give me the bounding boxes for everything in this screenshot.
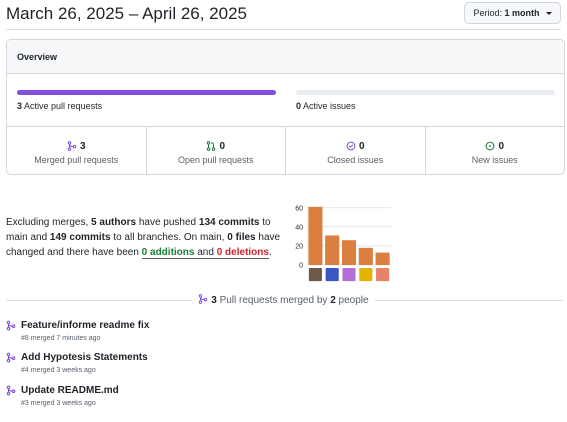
open-prs-label: Open pull requests (177, 155, 254, 165)
chart-y-tick-label: 20 (295, 243, 303, 250)
commit-summary: Excluding merges, 5 authors have pushed … (6, 215, 281, 260)
deletions-count[interactable]: 0 deletions (217, 247, 269, 258)
issue-opened-icon (486, 141, 495, 151)
contributor-avatar[interactable] (342, 268, 356, 282)
contributors-chart: 60 40 20 0 (295, 205, 391, 282)
merged-people-count: 2 (330, 295, 336, 306)
issue-closed-icon (346, 141, 356, 151)
pr-title-link[interactable]: Update README.md (21, 385, 119, 396)
new-issues-count: 0 (498, 140, 505, 152)
chart-bar[interactable] (358, 247, 373, 265)
git-pull-request-icon (207, 141, 216, 151)
new-issues-cell[interactable]: 0 New issues (426, 127, 565, 174)
overview-header: Overview (7, 40, 564, 74)
merged-prs-heading: 3 Pull requests merged by 2 people (0, 294, 567, 306)
overview-counts: 3 Merged pull requests 0 Open pull reque… (7, 127, 564, 174)
merged-text: people (338, 295, 369, 306)
pr-title-link[interactable]: Add Hypotesis Statements (21, 352, 148, 363)
closed-issues-cell[interactable]: 0 Closed issues (286, 127, 426, 174)
active-issues-bar[interactable] (296, 90, 555, 95)
active-prs-label: Active pull requests (24, 101, 103, 111)
chart-y-tick-label: 40 (295, 224, 303, 231)
chart-y-tick-label: 60 (295, 205, 303, 212)
open-prs-cell[interactable]: 0 Open pull requests (147, 127, 286, 174)
summary-text: and (197, 247, 214, 258)
contributor-avatar[interactable] (325, 268, 339, 282)
period-value: 1 month (504, 8, 540, 18)
active-issues-count: 0 (296, 101, 302, 111)
caret-down-icon (546, 12, 552, 16)
pr-meta: #3 merged 3 weeks ago (21, 400, 96, 407)
git-merge-icon (6, 385, 16, 396)
closed-issues-label: Closed issues (327, 155, 384, 165)
active-prs-bar[interactable] (17, 90, 276, 95)
active-prs-stat[interactable]: 3 Active pull requests (17, 101, 102, 111)
summary-text: have pushed (138, 217, 197, 228)
commits-main-link[interactable]: 134 commits (199, 217, 260, 228)
git-merge-icon (6, 352, 16, 363)
closed-issues-count: 0 (358, 140, 365, 152)
active-prs-bar-fill (17, 90, 276, 95)
merged-prs-label: Merged pull requests (34, 155, 119, 165)
active-issues-label: Active issues (303, 101, 356, 111)
merged-prs-cell[interactable]: 3 Merged pull requests (7, 127, 147, 174)
contributor-avatar[interactable] (359, 268, 373, 282)
git-merge-icon (199, 294, 208, 304)
commits-all-link[interactable]: 149 commits (50, 232, 111, 243)
period-prefix: Period: (473, 8, 502, 18)
authors-count: 5 authors (91, 217, 137, 228)
open-prs-count: 0 (219, 140, 226, 152)
header-divider (6, 29, 561, 30)
active-prs-count: 3 (17, 101, 23, 111)
chart-bar[interactable] (375, 252, 390, 265)
pr-title-link[interactable]: Feature/informe readme fix (21, 320, 149, 331)
chart-bar[interactable] (308, 206, 323, 265)
pulse-header: March 26, 2025 – April 26, 2025 Period: … (6, 0, 563, 30)
merged-prs-count: 3 (79, 140, 86, 152)
contributor-avatar[interactable] (308, 268, 322, 282)
pr-meta: #4 merged 3 weeks ago (21, 367, 96, 374)
chart-bar[interactable] (341, 240, 357, 265)
merged-prs-count: 3 (211, 295, 217, 306)
git-merge-icon (67, 141, 77, 151)
merged-text: Pull requests merged by (219, 295, 328, 306)
contributor-avatar[interactable] (376, 268, 390, 282)
git-merge-icon (6, 320, 16, 331)
date-range-title: March 26, 2025 – April 26, 2025 (6, 4, 247, 23)
pr-meta: #8 merged 7 minutes ago (21, 335, 101, 342)
overview-box: Overview 3 Active pull requests 0 Active… (6, 39, 565, 175)
additions-count[interactable]: 0 additions (142, 247, 195, 258)
period-dropdown-button[interactable]: Period: 1 month (464, 2, 561, 24)
overview-title: Overview (17, 52, 58, 62)
new-issues-label: New issues (471, 155, 518, 165)
chart-y-tick-label: 0 (299, 263, 303, 270)
summary-text: to all branches. On main, (113, 232, 225, 243)
summary-text: Excluding merges, (6, 217, 89, 228)
chart-bar[interactable] (325, 235, 340, 265)
files-changed-count: 0 files (227, 232, 256, 243)
active-issues-stat[interactable]: 0 Active issues (296, 101, 356, 111)
summary-text: . (268, 247, 272, 258)
